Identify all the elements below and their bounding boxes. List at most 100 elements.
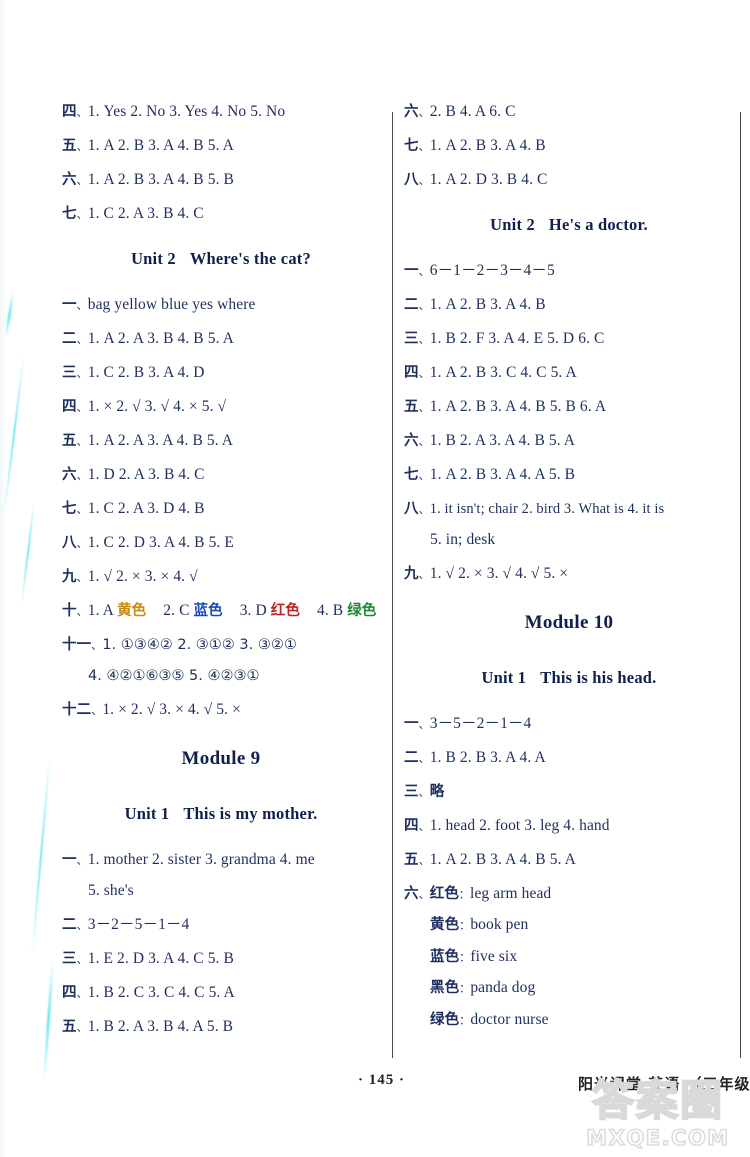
answer-line: 五、1. B 2. A 3. B 4. A 5. B: [62, 1018, 234, 1035]
answer-index: 五: [62, 432, 77, 449]
answer-body: 3－5－2－1－4: [429, 714, 532, 732]
answer-body: 1. C 2. B 3. A 4. D: [87, 363, 205, 381]
answer-index: 六: [62, 466, 77, 483]
color-group-words: leg arm head: [470, 884, 552, 902]
answer-index: 九: [404, 566, 419, 582]
right-column: 六、2. B 4. A 6. C 七、1. A 2. B 3. A 4. B 八…: [404, 104, 734, 1043]
color-group-words: five six: [470, 947, 518, 965]
answer-line: 七、1. C 2. A 3. B 4. C: [62, 205, 204, 222]
answer-line: 一、3－5－2－1－4: [404, 714, 532, 732]
answer-line-continuation: 5. in; desk: [404, 532, 734, 548]
answer-line: 十一、1. ①③④② 2. ③①② 3. ③②①: [62, 636, 297, 653]
answer-body: 1. C 2. D 3. A 4. B 5. E: [87, 533, 234, 551]
answer-index: 一: [404, 715, 419, 732]
module-heading: Module 10: [524, 611, 614, 633]
unit-label: Unit 1: [481, 667, 527, 687]
answer-index: 九: [62, 568, 77, 585]
answer-body: 3－2－5－1－4: [87, 916, 190, 933]
page-edge-shadow: [0, 0, 6, 1157]
answer-index: 八: [404, 172, 419, 188]
answer-body: 1. A 2. B 3. A 4. B: [429, 137, 546, 154]
unit-title-text: He's a doctor.: [548, 214, 648, 234]
answer-index: 二: [62, 330, 77, 347]
watermark-domain-text: MXQE.COM: [585, 1126, 730, 1150]
answer-line: 八、1. C 2. D 3. A 4. B 5. E: [62, 533, 234, 551]
answer-index: 十一: [62, 636, 92, 653]
answer-line: 四、1. head 2. foot 3. leg 4. hand: [404, 816, 610, 834]
answer-line: 五、1. A 2. B 3. A 4. B 5. A: [404, 850, 576, 868]
answer-line: 四、1. B 2. C 3. C 4. C 5. A: [62, 984, 235, 1001]
answer-index: 二: [62, 917, 77, 933]
answer-body: 4. ④②①⑥③⑤ 5. ④②③①: [88, 668, 260, 684]
answer-index: 三: [62, 364, 77, 381]
answer-line: 五、1. A 2. B 3. A 4. B 5. B 6. A: [404, 397, 607, 415]
answer-body: 1. A 2. B 3. A 4. B 5. A: [87, 137, 234, 154]
answer-index: 五: [62, 1019, 77, 1035]
colored-answer-part: 1. A 黄色: [87, 601, 147, 619]
answer-body: 1. A 2. A 3. A 4. B 5. A: [87, 431, 234, 449]
module-heading: Module 9: [181, 747, 261, 769]
answer-body: 1. A 2. D 3. B 4. C: [429, 171, 548, 188]
answer-index: 四: [404, 364, 419, 381]
answer-line: 六、2. B 4. A 6. C: [404, 103, 516, 120]
scan-streak-3: [20, 500, 36, 605]
unit-label: Unit 1: [124, 803, 170, 823]
answer-index: 七: [62, 500, 77, 517]
answer-body: 1. Yes 2. No 3. Yes 4. No 5. No: [87, 103, 286, 120]
answer-line: 二、1. A 2. A 3. B 4. B 5. A: [62, 329, 234, 347]
answer-index: 六: [404, 104, 419, 120]
answer-line: 四、1. A 2. B 3. C 4. C 5. A: [404, 363, 577, 381]
colored-answer-part: 4. B 绿色: [316, 601, 377, 619]
answer-index: 五: [404, 851, 419, 868]
answer-line: 五、1. A 2. B 3. A 4. B 5. A: [62, 137, 234, 154]
unit-heading: Unit 1 This is my mother.: [62, 804, 380, 824]
answer-index: 一: [404, 262, 419, 279]
colored-answer-part: 3. D 红色: [239, 601, 300, 619]
answer-line: 三、1. E 2. D 3. A 4. C 5. B: [62, 950, 234, 967]
answer-body: 1. D 2. A 3. B 4. C: [87, 465, 205, 483]
answer-line-colored: 十、1. A 黄色 2. C 蓝色 3. D 红色 4. B 绿色: [62, 601, 377, 619]
answer-index: 十二: [62, 702, 92, 718]
unit-heading: Unit 1 This is his head.: [404, 668, 734, 688]
answer-line: 三、1. C 2. B 3. A 4. D: [62, 363, 205, 381]
answer-body: bag yellow blue yes where: [87, 295, 256, 313]
color-group-words: panda dog: [470, 979, 536, 996]
answer-body: 1. C 2. A 3. D 4. B: [87, 499, 205, 517]
answer-index: 十: [62, 602, 77, 619]
answer-line: 一、1. mother 2. sister 3. grandma 4. me: [62, 850, 315, 868]
answer-body: 1. B 2. F 3. A 4. E 5. D 6. C: [429, 329, 605, 347]
answer-body: 1. head 2. foot 3. leg 4. hand: [429, 816, 610, 834]
answer-body: 1. A 2. A 3. B 4. B 5. A: [87, 329, 234, 347]
answer-line-continuation: 5. she's: [62, 883, 380, 899]
unit-label: Unit 2: [490, 214, 535, 234]
unit-title-text: This is his head.: [540, 667, 657, 687]
scan-streak-2: [2, 352, 26, 517]
answer-body: 1. B 2. B 3. A 4. A: [429, 748, 546, 766]
unit-heading: Unit 2 He's a doctor.: [404, 215, 734, 235]
answer-body: 1. A 2. B 3. A 4. B: [429, 295, 546, 313]
answer-index: 二: [404, 749, 419, 766]
book-title-info: 阳光课堂 英语 （三年级上: [578, 1075, 750, 1093]
color-group-row: 黄色：book pen: [430, 916, 529, 933]
answer-line: 六、1. D 2. A 3. B 4. C: [62, 465, 205, 483]
color-group-row: 绿色：doctor nurse: [430, 1010, 549, 1028]
answer-index: 三: [404, 783, 419, 800]
answer-line: 六、1. B 2. A 3. A 4. B 5. A: [404, 431, 576, 449]
answer-body: 2. B 4. A 6. C: [429, 103, 516, 120]
answer-index: 七: [404, 466, 419, 483]
answer-line: 二、1. A 2. B 3. A 4. B: [404, 295, 546, 313]
answer-line: 二、1. B 2. B 3. A 4. A: [404, 748, 546, 766]
unit-heading: Unit 2 Where's the cat?: [62, 249, 380, 269]
unit-label: Unit 2: [131, 248, 176, 268]
answer-body: 1. B 2. A 3. B 4. A 5. B: [87, 1018, 234, 1035]
answer-line: 八、1. A 2. D 3. B 4. C: [404, 171, 548, 188]
answer-index: 三: [404, 330, 419, 347]
answer-line: 四、1. Yes 2. No 3. Yes 4. No 5. No: [62, 103, 286, 120]
answer-line: 七、1. C 2. A 3. D 4. B: [62, 499, 205, 517]
scan-streak-1: [4, 292, 15, 338]
color-group-label: 蓝色: [430, 948, 460, 965]
answer-line: 二、3－2－5－1－4: [62, 916, 190, 933]
answer-body: 1. B 2. C 3. C 4. C 5. A: [87, 984, 235, 1001]
answer-line: 八、1. it isn't; chair 2. bird 3. What is …: [404, 500, 665, 517]
answer-index: 一: [62, 851, 77, 868]
